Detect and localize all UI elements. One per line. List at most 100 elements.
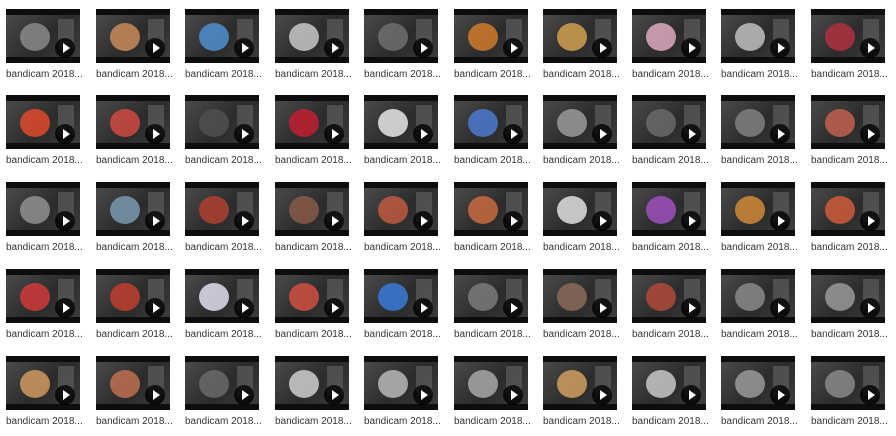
video-file-item[interactable]: bandicam 2018... bbox=[811, 9, 888, 89]
video-file-item[interactable]: bandicam 2018... bbox=[454, 356, 531, 436]
video-file-item[interactable]: bandicam 2018... bbox=[275, 95, 352, 175]
video-file-item[interactable]: bandicam 2018... bbox=[811, 95, 888, 175]
video-thumbnail[interactable] bbox=[185, 95, 259, 149]
video-thumbnail[interactable] bbox=[721, 269, 795, 323]
video-thumbnail[interactable] bbox=[364, 356, 438, 410]
video-file-item[interactable]: bandicam 2018... bbox=[96, 356, 173, 436]
video-thumbnail[interactable] bbox=[543, 269, 617, 323]
video-file-item[interactable]: bandicam 2018... bbox=[721, 356, 798, 436]
video-thumbnail[interactable] bbox=[811, 356, 885, 410]
video-file-item[interactable]: bandicam 2018... bbox=[185, 356, 262, 436]
video-thumbnail[interactable] bbox=[721, 356, 795, 410]
video-thumbnail[interactable] bbox=[6, 356, 80, 410]
video-file-item[interactable]: bandicam 2018... bbox=[811, 182, 888, 262]
video-thumbnail[interactable] bbox=[454, 269, 528, 323]
video-thumbnail[interactable] bbox=[275, 356, 349, 410]
video-thumbnail[interactable] bbox=[275, 9, 349, 63]
video-file-item[interactable]: bandicam 2018... bbox=[632, 182, 709, 262]
video-file-item[interactable]: bandicam 2018... bbox=[721, 95, 798, 175]
video-thumbnail[interactable] bbox=[632, 182, 706, 236]
video-file-item[interactable]: bandicam 2018... bbox=[721, 182, 798, 262]
video-thumbnail[interactable] bbox=[543, 9, 617, 63]
video-file-item[interactable]: bandicam 2018... bbox=[811, 356, 888, 436]
video-file-item[interactable]: bandicam 2018... bbox=[185, 9, 262, 89]
video-thumbnail[interactable] bbox=[96, 269, 170, 323]
video-file-item[interactable]: bandicam 2018... bbox=[454, 269, 531, 349]
video-thumbnail[interactable] bbox=[632, 95, 706, 149]
video-thumbnail[interactable] bbox=[185, 356, 259, 410]
video-thumbnail[interactable] bbox=[454, 95, 528, 149]
video-file-item[interactable]: bandicam 2018... bbox=[96, 269, 173, 349]
video-thumbnail[interactable] bbox=[185, 182, 259, 236]
video-file-item[interactable]: bandicam 2018... bbox=[96, 182, 173, 262]
video-file-item[interactable]: bandicam 2018... bbox=[364, 95, 441, 175]
video-thumbnail[interactable] bbox=[364, 182, 438, 236]
video-thumbnail[interactable] bbox=[811, 95, 885, 149]
video-thumbnail[interactable] bbox=[811, 269, 885, 323]
video-file-item[interactable]: bandicam 2018... bbox=[632, 9, 709, 89]
video-thumbnail[interactable] bbox=[811, 9, 885, 63]
video-thumbnail[interactable] bbox=[6, 95, 80, 149]
video-file-item[interactable]: bandicam 2018... bbox=[543, 356, 620, 436]
video-file-item[interactable]: bandicam 2018... bbox=[364, 182, 441, 262]
video-thumbnail[interactable] bbox=[185, 269, 259, 323]
video-file-item[interactable]: bandicam 2018... bbox=[454, 182, 531, 262]
video-file-item[interactable]: bandicam 2018... bbox=[6, 356, 83, 436]
video-thumbnail[interactable] bbox=[632, 269, 706, 323]
video-file-item[interactable]: bandicam 2018... bbox=[454, 95, 531, 175]
video-thumbnail[interactable] bbox=[96, 182, 170, 236]
video-file-item[interactable]: bandicam 2018... bbox=[6, 9, 83, 89]
video-thumbnail[interactable] bbox=[6, 269, 80, 323]
video-file-item[interactable]: bandicam 2018... bbox=[185, 95, 262, 175]
video-file-item[interactable]: bandicam 2018... bbox=[275, 269, 352, 349]
video-thumbnail[interactable] bbox=[721, 182, 795, 236]
video-file-item[interactable]: bandicam 2018... bbox=[721, 269, 798, 349]
video-thumbnail[interactable] bbox=[6, 9, 80, 63]
video-file-item[interactable]: bandicam 2018... bbox=[454, 9, 531, 89]
video-thumbnail[interactable] bbox=[543, 356, 617, 410]
video-thumbnail[interactable] bbox=[185, 9, 259, 63]
video-file-item[interactable]: bandicam 2018... bbox=[811, 269, 888, 349]
video-file-item[interactable]: bandicam 2018... bbox=[364, 269, 441, 349]
video-file-item[interactable]: bandicam 2018... bbox=[185, 269, 262, 349]
video-file-item[interactable]: bandicam 2018... bbox=[364, 356, 441, 436]
video-file-item[interactable]: bandicam 2018... bbox=[632, 269, 709, 349]
video-file-item[interactable]: bandicam 2018... bbox=[632, 95, 709, 175]
video-file-item[interactable]: bandicam 2018... bbox=[6, 95, 83, 175]
video-file-item[interactable]: bandicam 2018... bbox=[6, 269, 83, 349]
video-thumbnail[interactable] bbox=[364, 95, 438, 149]
video-thumbnail[interactable] bbox=[96, 9, 170, 63]
video-thumbnail[interactable] bbox=[96, 95, 170, 149]
video-file-item[interactable]: bandicam 2018... bbox=[543, 9, 620, 89]
video-file-item[interactable]: bandicam 2018... bbox=[185, 182, 262, 262]
video-thumbnail[interactable] bbox=[811, 182, 885, 236]
video-file-item[interactable]: bandicam 2018... bbox=[275, 356, 352, 436]
video-thumbnail[interactable] bbox=[721, 9, 795, 63]
video-thumbnail[interactable] bbox=[543, 95, 617, 149]
video-thumbnail[interactable] bbox=[275, 95, 349, 149]
video-file-item[interactable]: bandicam 2018... bbox=[96, 95, 173, 175]
video-thumbnail[interactable] bbox=[364, 9, 438, 63]
video-file-item[interactable]: bandicam 2018... bbox=[721, 9, 798, 89]
video-file-item[interactable]: bandicam 2018... bbox=[275, 182, 352, 262]
video-thumbnail[interactable] bbox=[364, 269, 438, 323]
video-thumbnail[interactable] bbox=[6, 182, 80, 236]
video-file-item[interactable]: bandicam 2018... bbox=[543, 269, 620, 349]
video-file-item[interactable]: bandicam 2018... bbox=[632, 356, 709, 436]
video-file-item[interactable]: bandicam 2018... bbox=[96, 9, 173, 89]
video-thumbnail[interactable] bbox=[632, 9, 706, 63]
video-thumbnail[interactable] bbox=[454, 182, 528, 236]
video-thumbnail[interactable] bbox=[454, 9, 528, 63]
video-thumbnail[interactable] bbox=[543, 182, 617, 236]
video-file-item[interactable]: bandicam 2018... bbox=[364, 9, 441, 89]
video-thumbnail[interactable] bbox=[96, 356, 170, 410]
video-thumbnail[interactable] bbox=[454, 356, 528, 410]
video-file-item[interactable]: bandicam 2018... bbox=[543, 95, 620, 175]
video-thumbnail[interactable] bbox=[275, 269, 349, 323]
video-thumbnail[interactable] bbox=[721, 95, 795, 149]
video-thumbnail[interactable] bbox=[275, 182, 349, 236]
video-thumbnail[interactable] bbox=[632, 356, 706, 410]
video-file-item[interactable]: bandicam 2018... bbox=[543, 182, 620, 262]
video-file-item[interactable]: bandicam 2018... bbox=[6, 182, 83, 262]
video-file-item[interactable]: bandicam 2018... bbox=[275, 9, 352, 89]
